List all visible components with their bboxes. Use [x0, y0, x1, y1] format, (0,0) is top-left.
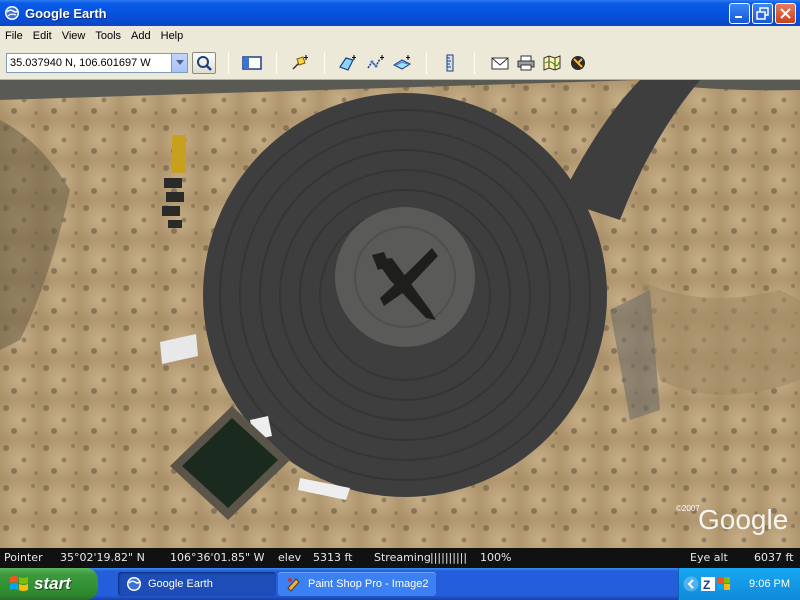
search-button[interactable] — [192, 52, 216, 74]
toolbar-separator — [228, 52, 229, 74]
satellite-imagery[interactable]: ©2007 Google — [0, 80, 800, 548]
elev-value: 5313 ft — [313, 551, 353, 564]
minimize-icon — [735, 16, 742, 18]
email-icon[interactable] — [490, 54, 510, 72]
task-paint-shop-pro[interactable]: Paint Shop Pro - Image2 — [278, 572, 436, 596]
chevron-left-icon[interactable] — [683, 576, 699, 592]
close-icon — [780, 8, 791, 19]
streaming-label: Streaming — [374, 551, 431, 564]
pointer-label: Pointer — [4, 551, 43, 564]
copyright-text: ©2007 — [676, 504, 700, 513]
polygon-icon[interactable] — [338, 54, 358, 72]
restore-button[interactable] — [752, 3, 773, 24]
print-icon[interactable] — [516, 54, 536, 72]
placemark-icon[interactable] — [290, 54, 310, 72]
start-button[interactable]: start — [0, 568, 98, 600]
close-button[interactable] — [775, 3, 796, 24]
location-dropdown[interactable] — [171, 54, 187, 72]
menu-file[interactable]: File — [0, 30, 28, 42]
streaming-percent: 100% — [480, 551, 512, 564]
taskbar: start Google Earth Paint Shop Pro - Imag… — [0, 568, 800, 600]
task-google-earth[interactable]: Google Earth — [118, 572, 276, 596]
toolbar-separator — [276, 52, 277, 74]
google-earth-icon — [127, 577, 141, 591]
eye-alt-value: 6037 ft — [754, 551, 794, 564]
restore-icon — [756, 7, 769, 20]
title-bar[interactable]: Google Earth — [0, 0, 800, 26]
sky-icon[interactable] — [568, 54, 588, 72]
google-earth-icon — [5, 6, 19, 20]
elev-label: elev — [278, 551, 302, 564]
ruler-icon[interactable] — [440, 54, 460, 72]
window-title: Google Earth — [25, 5, 107, 21]
toolbar-separator — [324, 52, 325, 74]
menu-edit[interactable]: Edit — [28, 30, 57, 42]
status-bar: Pointer 35°02'19.82" N 106°36'01.85" W e… — [0, 548, 800, 568]
menu-help[interactable]: Help — [156, 30, 189, 42]
toolbar-separator — [474, 52, 475, 74]
menu-add[interactable]: Add — [126, 30, 156, 42]
map-view[interactable]: ©2007 Google — [0, 80, 800, 548]
location-value: 35.037940 N, 106.601697 W — [10, 57, 151, 69]
minimize-button[interactable] — [729, 3, 750, 24]
toolbar: 35.037940 N, 106.601697 W — [0, 46, 800, 80]
svg-text:Z: Z — [703, 578, 710, 591]
streaming-bars: |||||||||| — [430, 551, 468, 564]
maps-icon[interactable] — [542, 54, 562, 72]
menu-bar: File Edit View Tools Add Help — [0, 26, 800, 46]
truck — [172, 135, 186, 173]
eye-alt-label: Eye alt — [690, 551, 728, 564]
location-input[interactable]: 35.037940 N, 106.601697 W — [6, 53, 188, 73]
sidebar-icon[interactable] — [242, 54, 262, 72]
zonealarm-icon[interactable]: Z — [701, 577, 715, 591]
paint-shop-pro-icon — [287, 578, 300, 592]
google-watermark: Google — [698, 504, 788, 535]
windows-logo-icon — [10, 576, 28, 591]
path-icon[interactable] — [366, 54, 386, 72]
system-tray: Z 9:06 PM — [678, 568, 800, 600]
menu-tools[interactable]: Tools — [90, 30, 126, 42]
start-label: start — [34, 574, 71, 593]
image-overlay-icon[interactable] — [392, 54, 412, 72]
toolbar-separator — [426, 52, 427, 74]
windows-flag-icon[interactable] — [717, 577, 731, 591]
task-label: Google Earth — [148, 578, 213, 590]
chevron-down-icon — [176, 60, 184, 65]
search-icon — [197, 56, 212, 71]
longitude-readout: 106°36'01.85" W — [170, 551, 265, 564]
task-label: Paint Shop Pro - Image2 — [308, 578, 429, 590]
clock[interactable]: 9:06 PM — [749, 578, 790, 590]
menu-view[interactable]: View — [57, 30, 91, 42]
latitude-readout: 35°02'19.82" N — [60, 551, 145, 564]
